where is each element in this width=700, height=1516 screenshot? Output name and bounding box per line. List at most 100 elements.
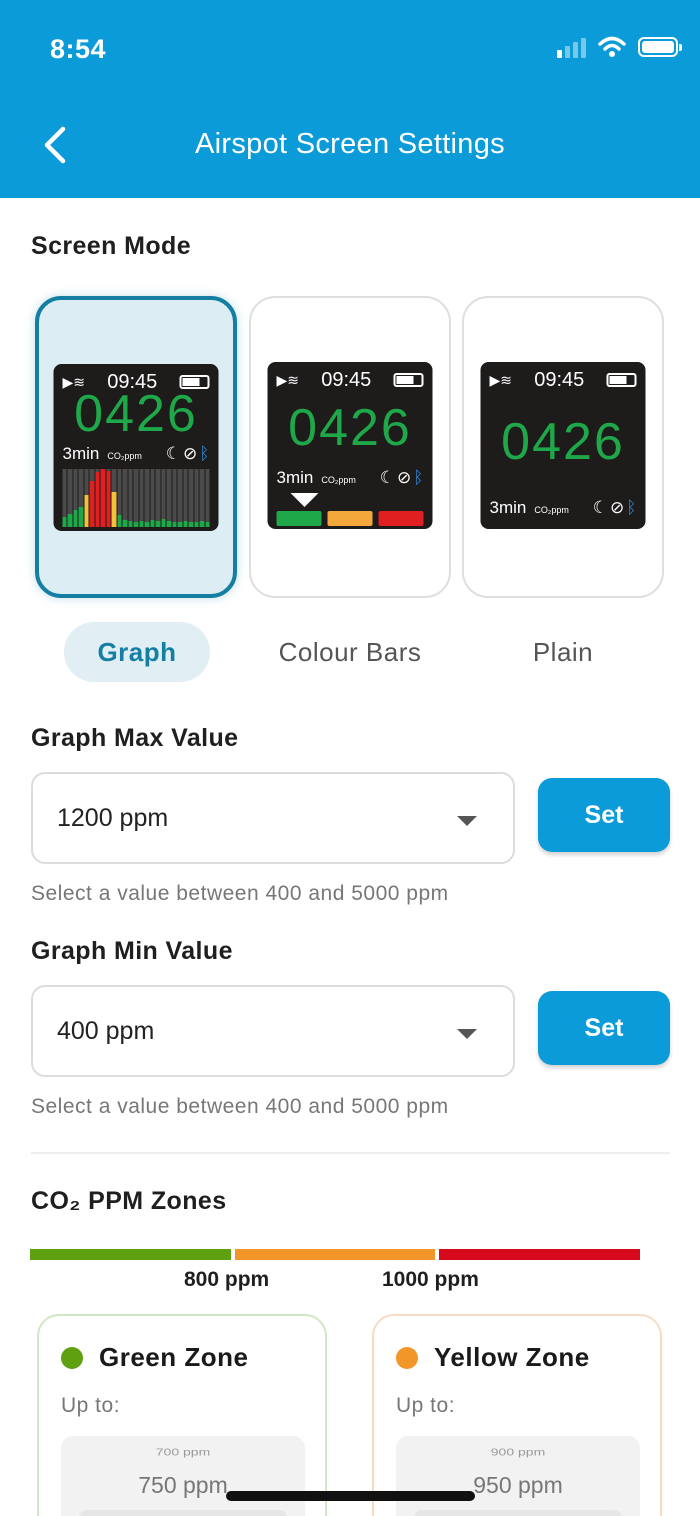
preview-value: 0426	[74, 385, 198, 443]
top-app-bar: 8:54 Airspot Screen Settings	[0, 0, 700, 198]
picker-selection	[79, 1510, 287, 1516]
graph-bar	[100, 469, 106, 527]
dropdown-caret-icon	[457, 816, 477, 826]
preview-unit: CO₂ppm	[534, 505, 569, 515]
green-zone-card: Green Zone Up to: 700 ppm 750 ppm	[37, 1314, 327, 1516]
dropdown-caret-icon	[457, 1029, 477, 1039]
mode-tab-colour-bars[interactable]: Colour Bars	[255, 622, 445, 682]
graph-bar	[194, 469, 199, 527]
preview-time: 09:45	[321, 368, 372, 391]
graph-min-title: Graph Min Value	[31, 937, 233, 965]
red-zone-bar	[439, 1249, 640, 1260]
green-zone-sub: Up to:	[61, 1394, 121, 1417]
plain-mode-card[interactable]: ▶≋ 09:45 0426 3min CO₂ppm ☾ ⊘ ᛒ	[462, 296, 664, 598]
mode-tab-plain[interactable]: Plain	[490, 622, 636, 682]
plain-device-preview: ▶≋ 09:45 0426 3min CO₂ppm ☾ ⊘ ᛒ	[480, 362, 646, 529]
yellow-zone-name: Yellow Zone	[434, 1342, 590, 1372]
colour-bars	[276, 511, 424, 526]
yellow-zone-bar	[235, 1249, 435, 1260]
colour-bars-mode-card[interactable]: ▶≋ 09:45 0426 3min CO₂ppm ☾ ⊘ ᛒ	[249, 296, 451, 598]
preview-interval: 3min	[489, 498, 527, 517]
divider	[31, 1152, 670, 1154]
device-status-icons: ☾ ⊘ ᛒ	[593, 498, 637, 518]
no-sound-icon: ⊘	[610, 498, 625, 517]
bluetooth-icon: ᛒ	[413, 468, 424, 487]
graph-bar	[150, 469, 155, 527]
graph-bar	[111, 469, 117, 527]
zones-title: CO₂ PPM Zones	[31, 1187, 227, 1215]
graph-bar	[172, 469, 177, 527]
graph-bar	[122, 469, 128, 527]
graph-bar	[67, 469, 73, 527]
yellow-zone-picker[interactable]: 900 ppm 950 ppm	[396, 1436, 640, 1516]
graph-max-title: Graph Max Value	[31, 724, 239, 752]
page-title: Airspot Screen Settings	[195, 128, 505, 160]
green-zone-name: Green Zone	[99, 1342, 249, 1372]
picker-prev-value: 700 ppm	[155, 1446, 211, 1458]
graph-bar	[183, 469, 188, 527]
mode-tab-graph[interactable]: Graph	[64, 622, 210, 682]
battery-icon	[638, 37, 682, 57]
bluetooth-icon: ᛒ	[199, 444, 210, 463]
graph-min-helper: Select a value between 400 and 5000 ppm	[31, 1095, 449, 1118]
yellow-zone-sub: Up to:	[396, 1394, 456, 1417]
picker-prev-value: 900 ppm	[490, 1446, 546, 1458]
moon-icon: ☾	[592, 498, 609, 517]
no-sound-icon: ⊘	[397, 468, 412, 487]
graph-device-preview: ▶≋ 09:45 0426 3min CO₂ppm ☾ ⊘ ᛒ	[53, 364, 219, 531]
graph-bar	[166, 469, 172, 527]
preview-value: 0426	[501, 413, 625, 471]
threshold-label-yellow: 1000 ppm	[382, 1268, 479, 1291]
moon-icon: ☾	[379, 468, 396, 487]
device-status-icons: ☾ ⊘ ᛒ	[380, 468, 424, 488]
no-sound-icon: ⊘	[183, 444, 198, 463]
airflow-icon: ▶≋	[489, 371, 513, 388]
graph-max-set-button[interactable]: Set	[538, 778, 670, 852]
graph-bar	[177, 469, 183, 527]
device-battery-icon	[393, 373, 424, 387]
graph-bar	[133, 469, 139, 527]
status-icons	[557, 36, 682, 58]
preview-interval: 3min	[62, 444, 100, 463]
preview-interval: 3min	[276, 468, 314, 487]
graph-min-set-button[interactable]: Set	[538, 991, 670, 1065]
green-zone-bar	[30, 1249, 231, 1260]
wifi-icon	[598, 36, 626, 57]
graph-bar	[128, 469, 133, 527]
graph-mode-card[interactable]: ▶≋ 09:45 0426 3min CO₂ppm ☾ ⊘ ᛒ	[35, 296, 237, 598]
preview-time: 09:45	[534, 368, 585, 391]
bluetooth-icon: ᛒ	[626, 498, 637, 517]
green-zone-picker[interactable]: 700 ppm 750 ppm	[61, 1436, 305, 1516]
colour-bars-device-preview: ▶≋ 09:45 0426 3min CO₂ppm ☾ ⊘ ᛒ	[267, 362, 433, 529]
graph-bar	[161, 469, 166, 527]
moon-icon: ☾	[165, 444, 182, 463]
green-dot-icon	[61, 1346, 83, 1369]
yellow-dot-icon	[396, 1346, 418, 1369]
screen-mode-title: Screen Mode	[31, 232, 192, 260]
graph-bar	[106, 469, 111, 527]
level-pointer-icon	[290, 493, 319, 507]
red-bar	[378, 511, 424, 526]
preview-value: 0426	[288, 399, 412, 457]
graph-max-select[interactable]: 1200 ppm	[31, 772, 515, 864]
device-battery-icon	[606, 373, 637, 387]
graph-bar	[188, 469, 194, 527]
graph-bar	[84, 469, 89, 527]
preview-unit: CO₂ppm	[107, 451, 142, 461]
home-indicator[interactable]	[226, 1491, 475, 1501]
graph-min-select[interactable]: 400 ppm	[31, 985, 515, 1077]
picker-selection	[414, 1510, 622, 1516]
status-time: 8:54	[50, 34, 107, 64]
yellow-bar	[327, 511, 373, 526]
graph-bar	[205, 469, 210, 527]
graph-bar	[62, 469, 67, 527]
graph-bar	[144, 469, 150, 527]
yellow-zone-card: Yellow Zone Up to: 900 ppm 950 ppm	[372, 1314, 662, 1516]
graph-bar	[117, 469, 122, 527]
device-status-icons: ☾ ⊘ ᛒ	[166, 444, 210, 464]
graph-bar	[78, 469, 84, 527]
graph-bar	[199, 469, 205, 527]
graph-bar	[89, 469, 95, 527]
airflow-icon: ▶≋	[276, 371, 300, 388]
graph-bar	[95, 469, 100, 527]
